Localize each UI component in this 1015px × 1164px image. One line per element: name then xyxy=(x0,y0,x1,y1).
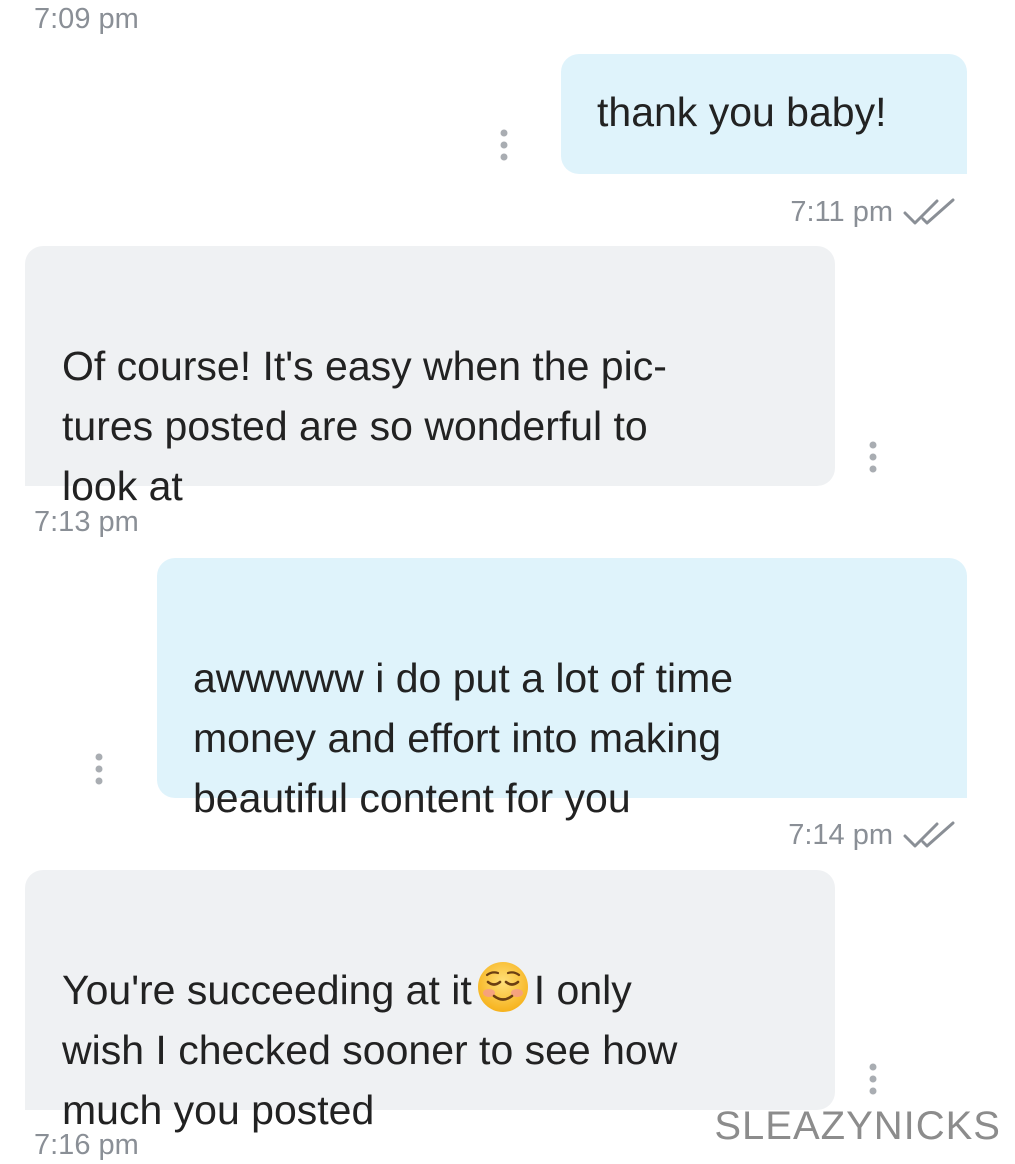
message-text: thank you baby! xyxy=(597,89,887,135)
message-timestamp: 7:13 pm xyxy=(34,506,139,538)
smiling-face-icon xyxy=(477,962,528,1012)
message-timestamp: 7:14 pm xyxy=(788,819,893,851)
message-options-icon[interactable] xyxy=(94,752,104,786)
message-timestamp: 7:11 pm xyxy=(790,196,893,228)
watermark: SLEAZYNICKS xyxy=(714,1104,1001,1148)
message-text: You're succeeding at it xyxy=(62,967,472,1013)
outgoing-message-bubble[interactable]: thank you baby! xyxy=(561,54,967,174)
message-status: 7:14 pm xyxy=(788,818,959,852)
message-options-icon[interactable] xyxy=(868,440,878,474)
message-timestamp: 7:16 pm xyxy=(34,1129,139,1161)
double-check-icon xyxy=(903,821,955,848)
outgoing-message-bubble[interactable]: awwwww i do put a lot of time money and … xyxy=(157,558,967,821)
double-check-icon xyxy=(903,198,955,225)
chat-thread: 7:09 pm thank you baby! 7:11 pm Of cours… xyxy=(0,0,1015,1164)
incoming-message-bubble[interactable]: You're succeeding at it I only wish I ch… xyxy=(25,870,835,1133)
message-status: 7:11 pm xyxy=(790,195,959,229)
message-options-icon[interactable] xyxy=(868,1062,878,1096)
message-text: Of course! It's easy when the pic- tures… xyxy=(62,343,667,509)
message-timestamp: 7:09 pm xyxy=(34,3,139,35)
message-options-icon[interactable] xyxy=(499,128,509,162)
message-text: awwwww i do put a lot of time money and … xyxy=(193,655,734,821)
incoming-message-bubble[interactable]: Of course! It's easy when the pic- tures… xyxy=(25,246,835,509)
